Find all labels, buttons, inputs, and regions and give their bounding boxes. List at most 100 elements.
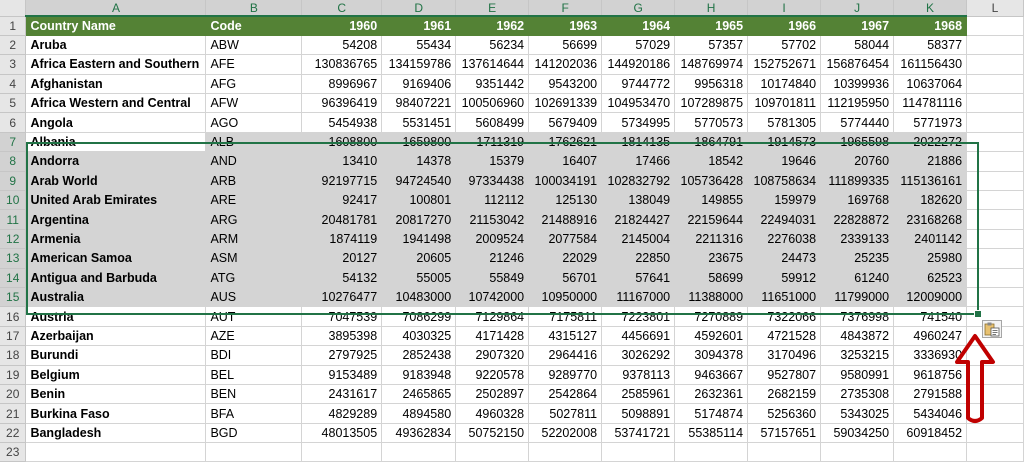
cell[interactable]: 7175811 [528,306,603,327]
fill-handle[interactable] [974,310,982,318]
cell[interactable]: 10276477 [301,287,383,308]
cell-empty[interactable] [966,248,1024,269]
column-header-l[interactable]: L [966,0,1024,17]
cell[interactable]: 4721528 [747,326,822,347]
cell[interactable]: 10174840 [747,74,822,95]
cell[interactable]: 5174874 [674,403,749,424]
cell-empty[interactable] [966,171,1024,192]
cell[interactable] [381,442,457,463]
cell[interactable]: 108758634 [747,171,822,192]
cell[interactable]: Austria [25,306,207,327]
cell[interactable]: Benin [25,384,207,405]
cell[interactable]: 12009000 [893,287,968,308]
cell-empty[interactable] [966,287,1024,308]
cell[interactable] [301,442,383,463]
cell[interactable]: 2339133 [820,229,895,250]
cell[interactable]: 20817270 [381,209,457,230]
cell[interactable] [601,442,676,463]
row-header[interactable]: 10 [0,190,27,211]
row-header[interactable]: 9 [0,171,27,192]
row-header[interactable]: 21 [0,403,27,424]
cell[interactable]: 18542 [674,151,749,172]
cell[interactable]: 102832792 [601,171,676,192]
cell[interactable]: 3895398 [301,326,383,347]
cell[interactable]: 134159786 [381,54,457,75]
cell[interactable] [893,442,968,463]
cell[interactable]: 59034250 [820,423,895,444]
cell[interactable]: 159979 [747,190,822,211]
cell[interactable]: 9351442 [455,74,530,95]
cell[interactable]: 55005 [381,268,457,288]
row-header[interactable]: 12 [0,229,27,250]
cell[interactable]: 5608499 [455,112,530,133]
cell[interactable]: 5781305 [747,112,822,133]
cell[interactable]: 2009524 [455,229,530,250]
cell[interactable]: 53741721 [601,423,676,444]
cell[interactable]: 20760 [820,151,895,172]
cell[interactable]: 5774440 [820,112,895,133]
cell[interactable]: 5256360 [747,403,822,424]
header-cell[interactable]: 1968 [893,16,968,36]
cell[interactable]: 3026292 [601,345,676,366]
cell[interactable]: Armenia [25,229,207,250]
cell[interactable]: 10742000 [455,287,530,308]
cell[interactable]: 3253215 [820,345,895,366]
cell[interactable]: 2964416 [528,345,603,366]
cell[interactable] [455,442,530,463]
cell[interactable]: 2502897 [455,384,530,405]
cell[interactable]: 2797925 [301,345,383,366]
row-header[interactable]: 1 [0,16,27,36]
cell[interactable]: 20481781 [301,209,383,230]
column-header-f[interactable]: F [528,0,603,17]
cell[interactable]: 25235 [820,248,895,269]
cell-empty[interactable] [966,190,1024,211]
row-header[interactable]: 23 [0,442,27,463]
cell[interactable]: 21886 [893,151,968,172]
cell[interactable]: 59912 [747,268,822,288]
cell[interactable]: 11651000 [747,287,822,308]
cell[interactable]: 24473 [747,248,822,269]
cell-empty[interactable] [966,229,1024,250]
column-header-g[interactable]: G [601,0,676,17]
cell[interactable]: ARG [205,209,303,230]
cell[interactable]: 54208 [301,35,383,56]
cell[interactable]: 125130 [528,190,603,211]
cell[interactable]: American Samoa [25,248,207,269]
row-header[interactable]: 14 [0,268,27,288]
column-header-b[interactable]: B [205,0,303,17]
cell[interactable]: Azerbaijan [25,326,207,347]
cell[interactable]: 2431617 [301,384,383,405]
cell[interactable] [25,442,207,463]
cell[interactable]: 111899335 [820,171,895,192]
cell[interactable]: 11799000 [820,287,895,308]
cell[interactable]: 22850 [601,248,676,269]
cell[interactable]: 48013505 [301,423,383,444]
cell[interactable]: 161156430 [893,54,968,75]
cell[interactable]: 1874119 [301,229,383,250]
cell[interactable]: 2542864 [528,384,603,405]
cell[interactable]: 156876454 [820,54,895,75]
cell[interactable]: 2022272 [893,132,968,153]
header-cell[interactable]: 1967 [820,16,895,36]
cell[interactable]: 5027811 [528,403,603,424]
cell[interactable] [205,442,303,463]
column-header-e[interactable]: E [455,0,530,17]
cell[interactable]: 1941498 [381,229,457,250]
header-cell[interactable]: Code [205,16,303,36]
cell[interactable]: 100506960 [455,93,530,114]
cell[interactable]: 57157651 [747,423,822,444]
cell[interactable]: 22029 [528,248,603,269]
cell[interactable]: 3094378 [674,345,749,366]
cell[interactable]: 152752671 [747,54,822,75]
cell[interactable]: 4894580 [381,403,457,424]
header-cell[interactable]: 1962 [455,16,530,36]
cell[interactable]: 11388000 [674,287,749,308]
cell[interactable]: 5734995 [601,112,676,133]
cell-empty[interactable] [966,35,1024,56]
cell[interactable]: 100801 [381,190,457,211]
cell[interactable]: 130836765 [301,54,383,75]
cell[interactable]: Bangladesh [25,423,207,444]
header-cell[interactable]: 1960 [301,16,383,36]
cell[interactable]: ARB [205,171,303,192]
cell[interactable]: 7322066 [747,306,822,327]
